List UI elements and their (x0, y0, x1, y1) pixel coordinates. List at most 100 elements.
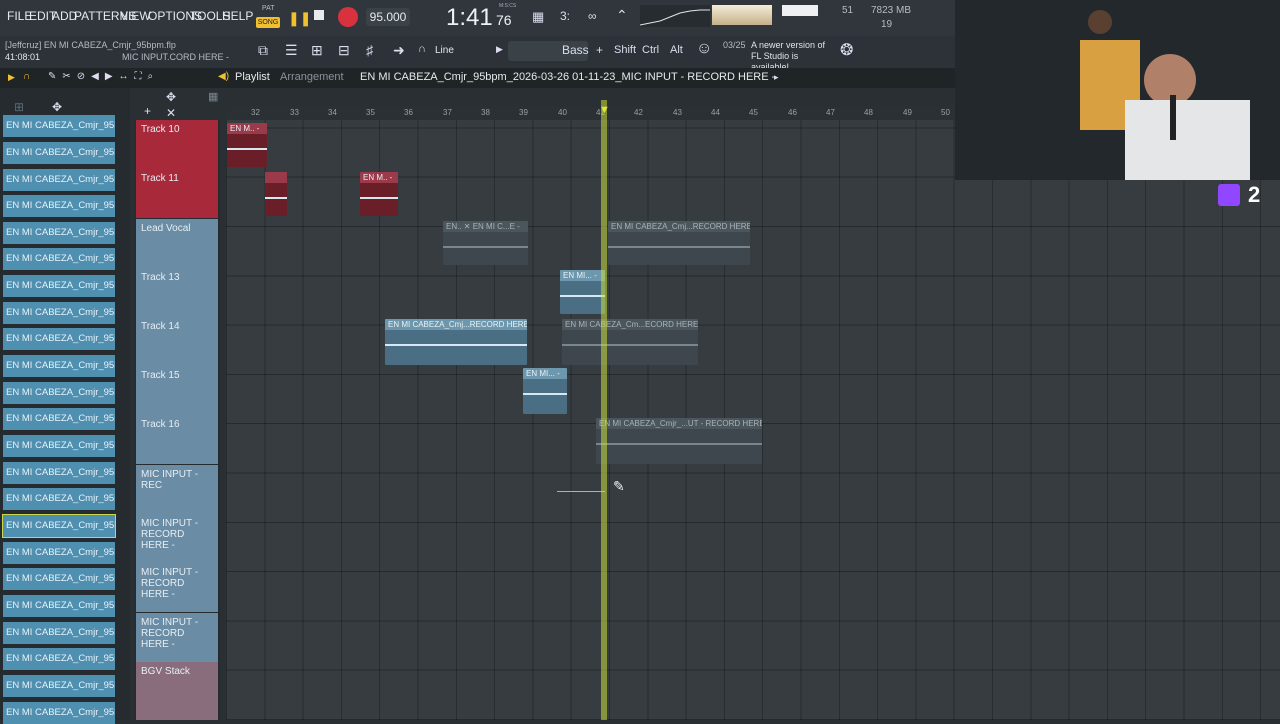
menu-view[interactable]: VIEW (120, 9, 151, 23)
move-icon[interactable]: ✥ (166, 90, 176, 104)
close-icon[interactable]: ✕ (166, 106, 176, 120)
track-header-mic-input-2[interactable]: MIC INPUT - RECORD HERE - (136, 514, 218, 563)
track-header-mic-input-3[interactable]: MIC INPUT - RECORD HERE - (136, 563, 218, 612)
track-header-13[interactable]: Track 13 (136, 268, 218, 317)
track-header-11[interactable]: Track 11 (136, 169, 218, 218)
browser-item[interactable]: EN MI CABEZA_Cmjr_95bp (3, 462, 115, 484)
track-header-15[interactable]: Track 15 (136, 366, 218, 415)
magnet-icon[interactable]: ∩ (418, 43, 426, 55)
stop-icon[interactable] (314, 10, 324, 20)
browser-item[interactable]: EN MI CABEZA_Cmjr_95bp (3, 328, 115, 350)
plus-icon[interactable]: + (596, 43, 603, 57)
browser-item[interactable]: EN MI CABEZA_Cmjr_95bp (3, 622, 115, 644)
playlist-sub[interactable]: Arrangement (280, 71, 344, 83)
menu-help[interactable]: HELP (222, 9, 253, 23)
playhead[interactable] (601, 100, 607, 720)
bar-number: 42 (634, 108, 643, 117)
browser-item[interactable]: EN MI CABEZA_Cmjr_95bp (3, 195, 115, 217)
browser-tool-icon[interactable]: ⊞ (14, 100, 24, 114)
bar-number: 43 (673, 108, 682, 117)
audio-clip[interactable] (265, 172, 287, 216)
play-icon[interactable]: ▶ (496, 44, 503, 55)
browser-item[interactable]: EN MI CABEZA_Cmjr_95bp (3, 435, 115, 457)
arrow-right-icon[interactable]: ➜ (393, 42, 405, 59)
audio-clip-muted[interactable]: EN.. ✕ EN MI C...E - (443, 221, 528, 265)
bar-number: 35 (366, 108, 375, 117)
alt-key[interactable]: Alt (670, 44, 683, 56)
clip-label: EN MI... - (560, 270, 605, 281)
audio-clip[interactable]: EN MI... - (523, 368, 567, 414)
shift-key[interactable]: Shift (614, 44, 636, 56)
browser-nav-icon[interactable]: ✥ (52, 100, 62, 114)
browser-item[interactable]: EN MI CABEZA_Cmjr_95bp (3, 355, 115, 377)
metronome-icon[interactable]: ⌃ (616, 7, 628, 24)
browser-item[interactable]: EN MI CABEZA_Cmjr_95bp (3, 115, 115, 137)
step-icon[interactable]: 3: (560, 9, 570, 23)
browser-item[interactable]: EN MI CABEZA_Cmjr_95bp (3, 675, 115, 697)
browser-item[interactable]: EN MI CABEZA_Cmjr_95bp (3, 595, 115, 617)
audio-clip-muted[interactable]: EN MI CABEZA_Cm...ECORD HERE - (562, 319, 698, 365)
grid-icon[interactable]: ▦ (208, 90, 218, 103)
browser-item[interactable]: EN MI CABEZA_Cmjr_95bp (3, 169, 115, 191)
track-header-16[interactable]: Track 16 (136, 415, 218, 464)
waveform (560, 295, 605, 297)
waveform (360, 197, 398, 199)
track-header-lead-vocal[interactable]: Lead Vocal (136, 219, 218, 268)
piano-roll-icon[interactable]: ⊞ (311, 42, 323, 59)
track-header-mic-input[interactable]: MIC INPUT - REC (136, 465, 218, 514)
track-header-10[interactable]: Track 10 (136, 120, 218, 169)
snap-select[interactable]: Line (435, 45, 454, 56)
master-meter (712, 5, 772, 25)
fl-logo-icon[interactable]: ❂ (840, 40, 853, 60)
record-button[interactable] (338, 7, 358, 27)
piano-icon[interactable]: ▦ (532, 9, 544, 25)
bar-number: 40 (558, 108, 567, 117)
browser-item[interactable]: EN MI CABEZA_Cmjr_95bp (3, 275, 115, 297)
browser-item-selected[interactable]: EN MI CABEZA_Cmjr_95bp (2, 514, 116, 538)
audio-clip[interactable]: EN MI CABEZA_Cmj...RECORD HERE - (385, 319, 527, 365)
tempo-display[interactable]: 95.000 (366, 8, 410, 26)
track-header-bgv-stack[interactable]: BGV Stack (136, 662, 218, 720)
loop-icon[interactable]: ∞ (588, 9, 597, 23)
browser-item[interactable]: EN MI CABEZA_Cmjr_95bp (3, 302, 115, 324)
track-header-mic-input-4[interactable]: MIC INPUT - RECORD HERE - (136, 613, 218, 662)
song-mode-button[interactable]: SONG (256, 17, 280, 28)
browser-item[interactable]: EN MI CABEZA_Cmjr_95bp (3, 702, 115, 724)
news-icon[interactable]: ☺ (696, 40, 712, 58)
mixer-icon[interactable]: ⊟ (338, 42, 350, 59)
track-header-14[interactable]: Track 14 (136, 317, 218, 366)
clip-label: EN M.. - (227, 123, 267, 134)
channel-rack-icon[interactable]: ☰ (285, 42, 298, 59)
browser-item[interactable]: EN MI CABEZA_Cmjr_95bp (3, 542, 115, 564)
browser-item[interactable]: EN MI CABEZA_Cmjr_95bp (3, 488, 115, 510)
clip-label: EN.. ✕ EN MI C...E - (443, 221, 528, 232)
tool-icons[interactable]: ✎✂⊘◀▶↔⛶⌕ (48, 71, 159, 82)
pause-icon[interactable]: ❚❚ (288, 10, 311, 27)
browser-item[interactable]: EN MI CABEZA_Cmjr_95bp (3, 408, 115, 430)
bar-number: 47 (826, 108, 835, 117)
snap-magnet-icon[interactable]: ∩ (23, 71, 30, 82)
browser-item[interactable]: EN MI CABEZA_Cmjr_95bp (3, 568, 115, 590)
playhead-marker-icon[interactable]: ▼ (599, 104, 610, 116)
browser-item[interactable]: EN MI CABEZA_Cmjr_95bp (3, 222, 115, 244)
news-date: 03/25 (723, 40, 746, 50)
play-small-icon[interactable]: ▶ (8, 72, 15, 83)
audio-clip[interactable]: EN M.. - (227, 123, 267, 167)
add-icon[interactable]: + (144, 104, 151, 118)
browser-item[interactable]: EN MI CABEZA_Cmjr_95bp (3, 142, 115, 164)
pat-label[interactable]: PAT (262, 5, 275, 12)
playlist-icon[interactable]: ⧉ (258, 42, 268, 59)
browser-item[interactable]: EN MI CABEZA_Cmjr_95bp (3, 382, 115, 404)
browser-icon[interactable]: ♯ (366, 42, 373, 58)
audio-clip-muted[interactable]: EN MI CABEZA_Cmjr_...UT - RECORD HERE - (596, 418, 762, 464)
song-time[interactable]: 1:41 (446, 4, 493, 32)
browser-item[interactable]: EN MI CABEZA_Cmjr_95bp (3, 248, 115, 270)
browser-item[interactable]: EN MI CABEZA_Cmjr_95bp (3, 648, 115, 670)
ctrl-key[interactable]: Ctrl (642, 44, 659, 56)
audio-clip-muted[interactable]: EN MI CABEZA_Cmj...RECORD HERE - (608, 221, 750, 265)
elapsed-time: 41:08:01 (5, 52, 41, 62)
audio-clip[interactable]: EN MI... - (560, 270, 605, 314)
speaker-icon[interactable]: ◀) (218, 71, 229, 82)
audio-clip[interactable]: EN M.. - (360, 172, 398, 216)
arrow-icon[interactable]: ▸ (774, 72, 779, 83)
